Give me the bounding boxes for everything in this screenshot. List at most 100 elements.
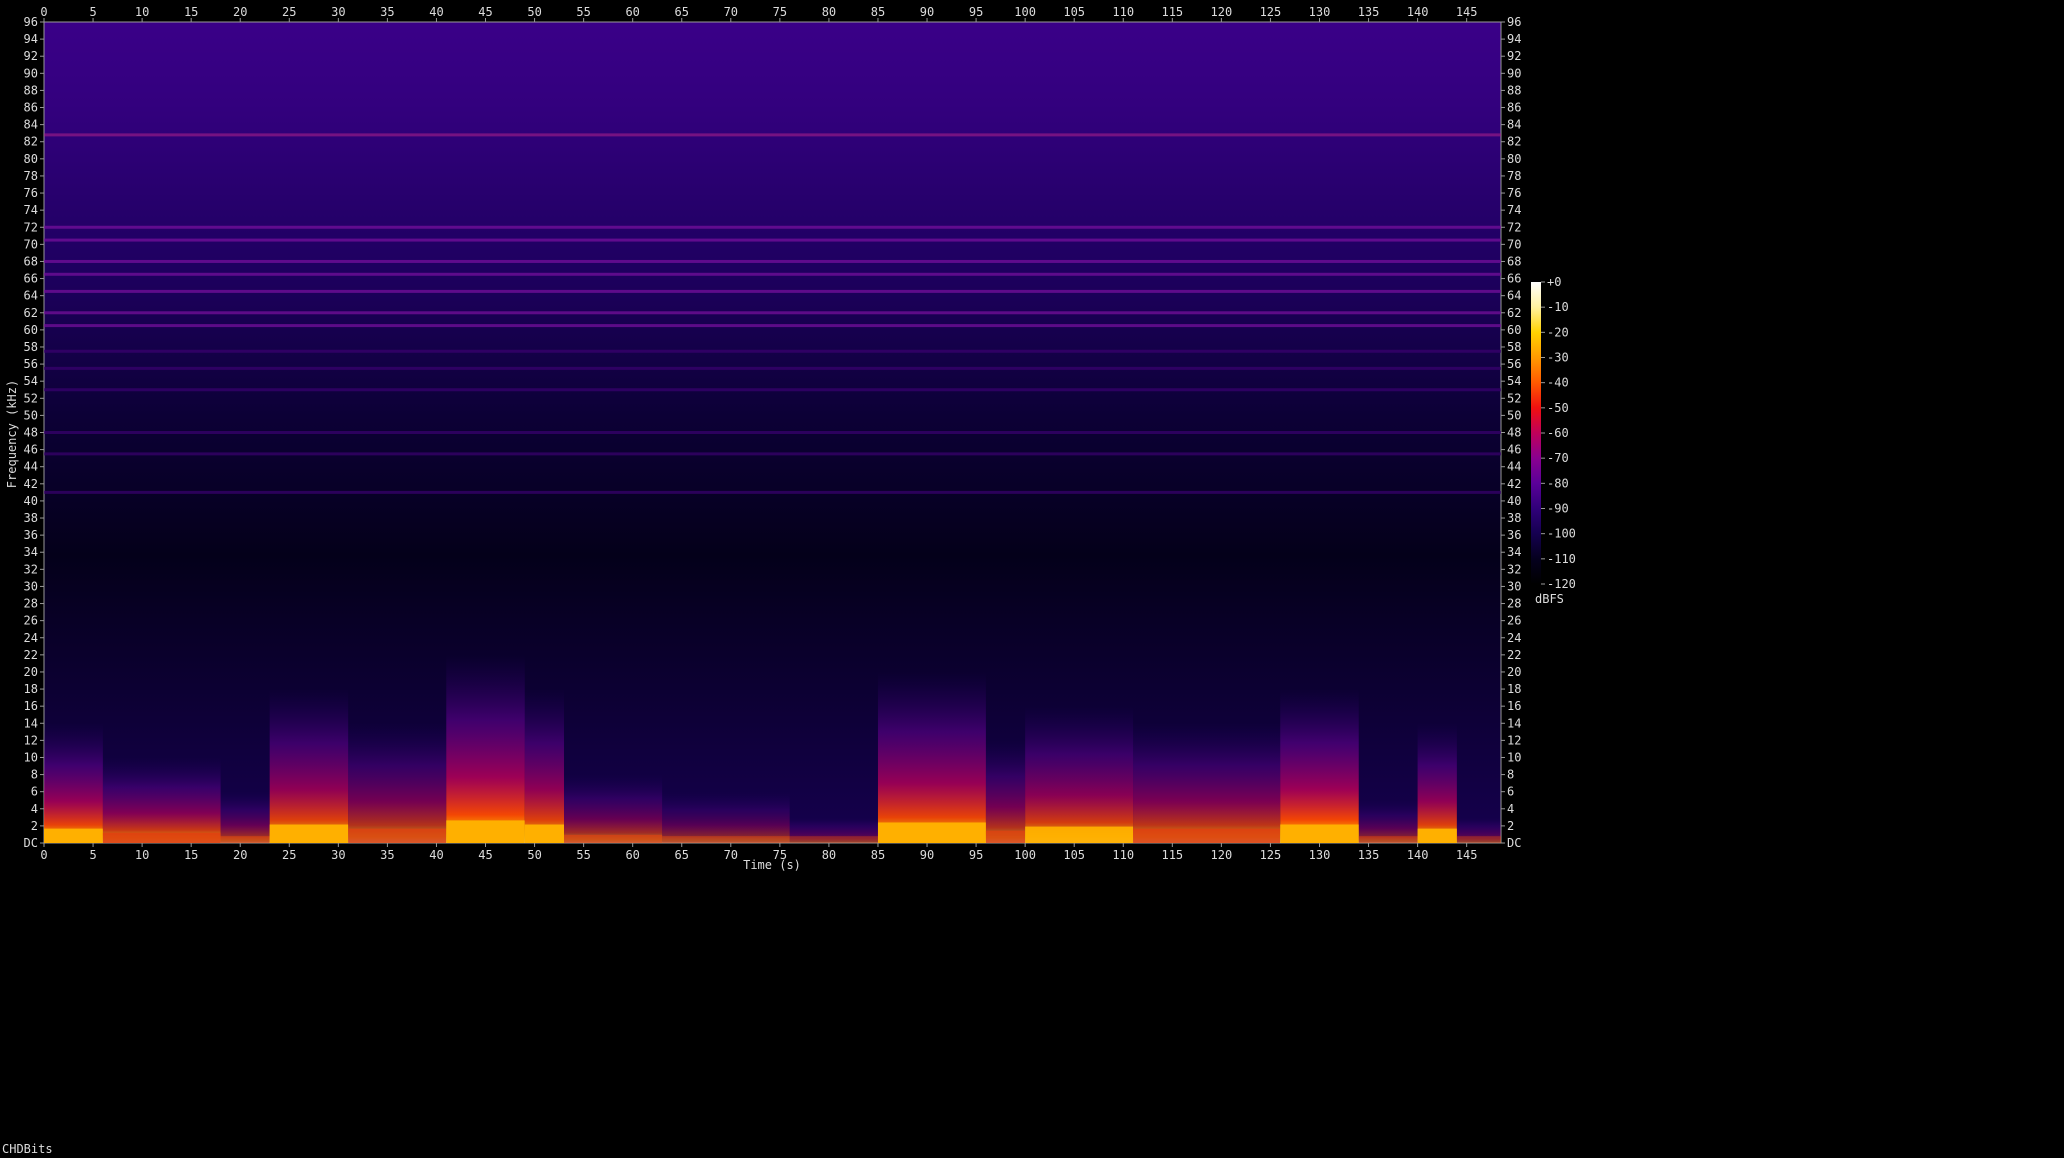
y-tick-label: 58 [1507, 340, 1521, 354]
y-tick-label: 30 [1507, 579, 1521, 593]
y-tick-label: 72 [1507, 220, 1521, 234]
y-tick-label: 46 [24, 443, 38, 457]
x-tick-label: 110 [1112, 5, 1134, 19]
x-tick-label: 15 [184, 848, 198, 862]
y-tick-label: 66 [24, 272, 38, 286]
x-tick-label: 5 [89, 5, 96, 19]
x-tick-label: 10 [135, 848, 149, 862]
tone-line [44, 452, 1501, 456]
x-tick-label: 140 [1407, 848, 1429, 862]
colorbar-tick-label: -110 [1547, 552, 1576, 566]
y-tick-label: 96 [1507, 15, 1521, 29]
tone-line [44, 259, 1501, 263]
y-tick-label: 40 [1507, 494, 1521, 508]
colorbar-tick-label: -60 [1547, 426, 1569, 440]
y-tick-label: 2 [1507, 819, 1514, 833]
energy-band [985, 740, 1026, 843]
energy-band-base [662, 836, 790, 843]
y-tick-label: 4 [31, 802, 38, 816]
x-tick-label: 115 [1161, 848, 1183, 862]
energy-band [102, 757, 221, 843]
tone-line [44, 238, 1501, 242]
x-tick-label: 75 [773, 5, 787, 19]
x-tick-label: 30 [331, 848, 345, 862]
x-tick-label: 20 [233, 848, 247, 862]
x-tick-label: 0 [40, 5, 47, 19]
y-tick-label: 74 [1507, 203, 1521, 217]
x-tick-label: 130 [1309, 848, 1331, 862]
x-tick-label: 85 [871, 848, 885, 862]
y-tick-label: 34 [1507, 545, 1521, 559]
energy-band [1417, 723, 1457, 843]
x-tick-label: 65 [675, 848, 689, 862]
y-tick-label: 48 [1507, 426, 1521, 440]
y-axis-left: DC24681012141618202224262830323436384042… [24, 15, 44, 850]
y-tick-label: 42 [24, 477, 38, 491]
y-tick-label: 70 [24, 237, 38, 251]
x-tick-label: 80 [822, 848, 836, 862]
energy-band [662, 791, 790, 843]
y-tick-label: 28 [24, 597, 38, 611]
y-tick-label: 74 [24, 203, 38, 217]
y-tick-label: 34 [24, 545, 38, 559]
y-tick-label: 26 [24, 614, 38, 628]
y-tick-label: 56 [1507, 357, 1521, 371]
y-tick-label: 72 [24, 220, 38, 234]
y-tick-label: 24 [24, 631, 38, 645]
y-tick-label: 12 [24, 733, 38, 747]
y-tick-label: 38 [24, 511, 38, 525]
x-tick-label: 125 [1260, 848, 1282, 862]
y-tick-label: 52 [1507, 391, 1521, 405]
x-tick-label: 5 [89, 848, 96, 862]
y-tick-label: 96 [24, 15, 38, 29]
energy-band [269, 689, 349, 843]
y-tick-label: 14 [24, 716, 38, 730]
y-tick-label: 90 [24, 66, 38, 80]
y-axis-label: Frequency (kHz) [5, 380, 19, 488]
x-tick-label: 65 [675, 5, 689, 19]
x-tick-label: 20 [233, 5, 247, 19]
energy-band-base [220, 836, 270, 843]
tone-line [44, 225, 1501, 229]
energy-band-base [1358, 836, 1418, 843]
y-tick-label: 32 [24, 562, 38, 576]
x-tick-label: 25 [282, 848, 296, 862]
energy-band [220, 791, 270, 843]
y-tick-label: 46 [1507, 443, 1521, 457]
energy-band [877, 671, 986, 843]
y-tick-label: 60 [24, 323, 38, 337]
y-tick-label: 60 [1507, 323, 1521, 337]
tone-line [44, 366, 1501, 370]
x-tick-label: 35 [380, 848, 394, 862]
x-tick-label: 80 [822, 5, 836, 19]
y-tick-label: 14 [1507, 716, 1521, 730]
energy-band-base [524, 824, 565, 843]
tone-line [44, 311, 1501, 315]
y-tick-label: 16 [1507, 699, 1521, 713]
x-tick-label: 110 [1112, 848, 1134, 862]
colorbar-tick-label: -10 [1547, 300, 1569, 314]
y-tick-label: 94 [24, 32, 38, 46]
y-tick-label: 86 [1507, 101, 1521, 115]
energy-band-base [348, 828, 447, 843]
x-tick-label: 125 [1260, 5, 1282, 19]
energy-band [1133, 723, 1281, 843]
y-tick-label: 36 [24, 528, 38, 542]
y-tick-label: 36 [1507, 528, 1521, 542]
x-tick-label: 115 [1161, 5, 1183, 19]
tone-line [44, 133, 1501, 137]
tone-line [44, 324, 1501, 328]
y-tick-label: 94 [1507, 32, 1521, 46]
y-tick-label: 10 [24, 750, 38, 764]
energy-band-base [564, 834, 663, 843]
y-tick-label: 84 [24, 118, 38, 132]
x-tick-label: 15 [184, 5, 198, 19]
y-tick-label: 20 [24, 665, 38, 679]
colorbar [1531, 282, 1541, 584]
y-tick-label: 8 [1507, 768, 1514, 782]
y-tick-label: 68 [24, 254, 38, 268]
x-tick-label: 120 [1211, 5, 1233, 19]
y-tick-label: 76 [1507, 186, 1521, 200]
y-tick-label: 54 [24, 374, 38, 388]
y-axis-right: DC24681012141618202224262830323436384042… [1501, 15, 1521, 850]
